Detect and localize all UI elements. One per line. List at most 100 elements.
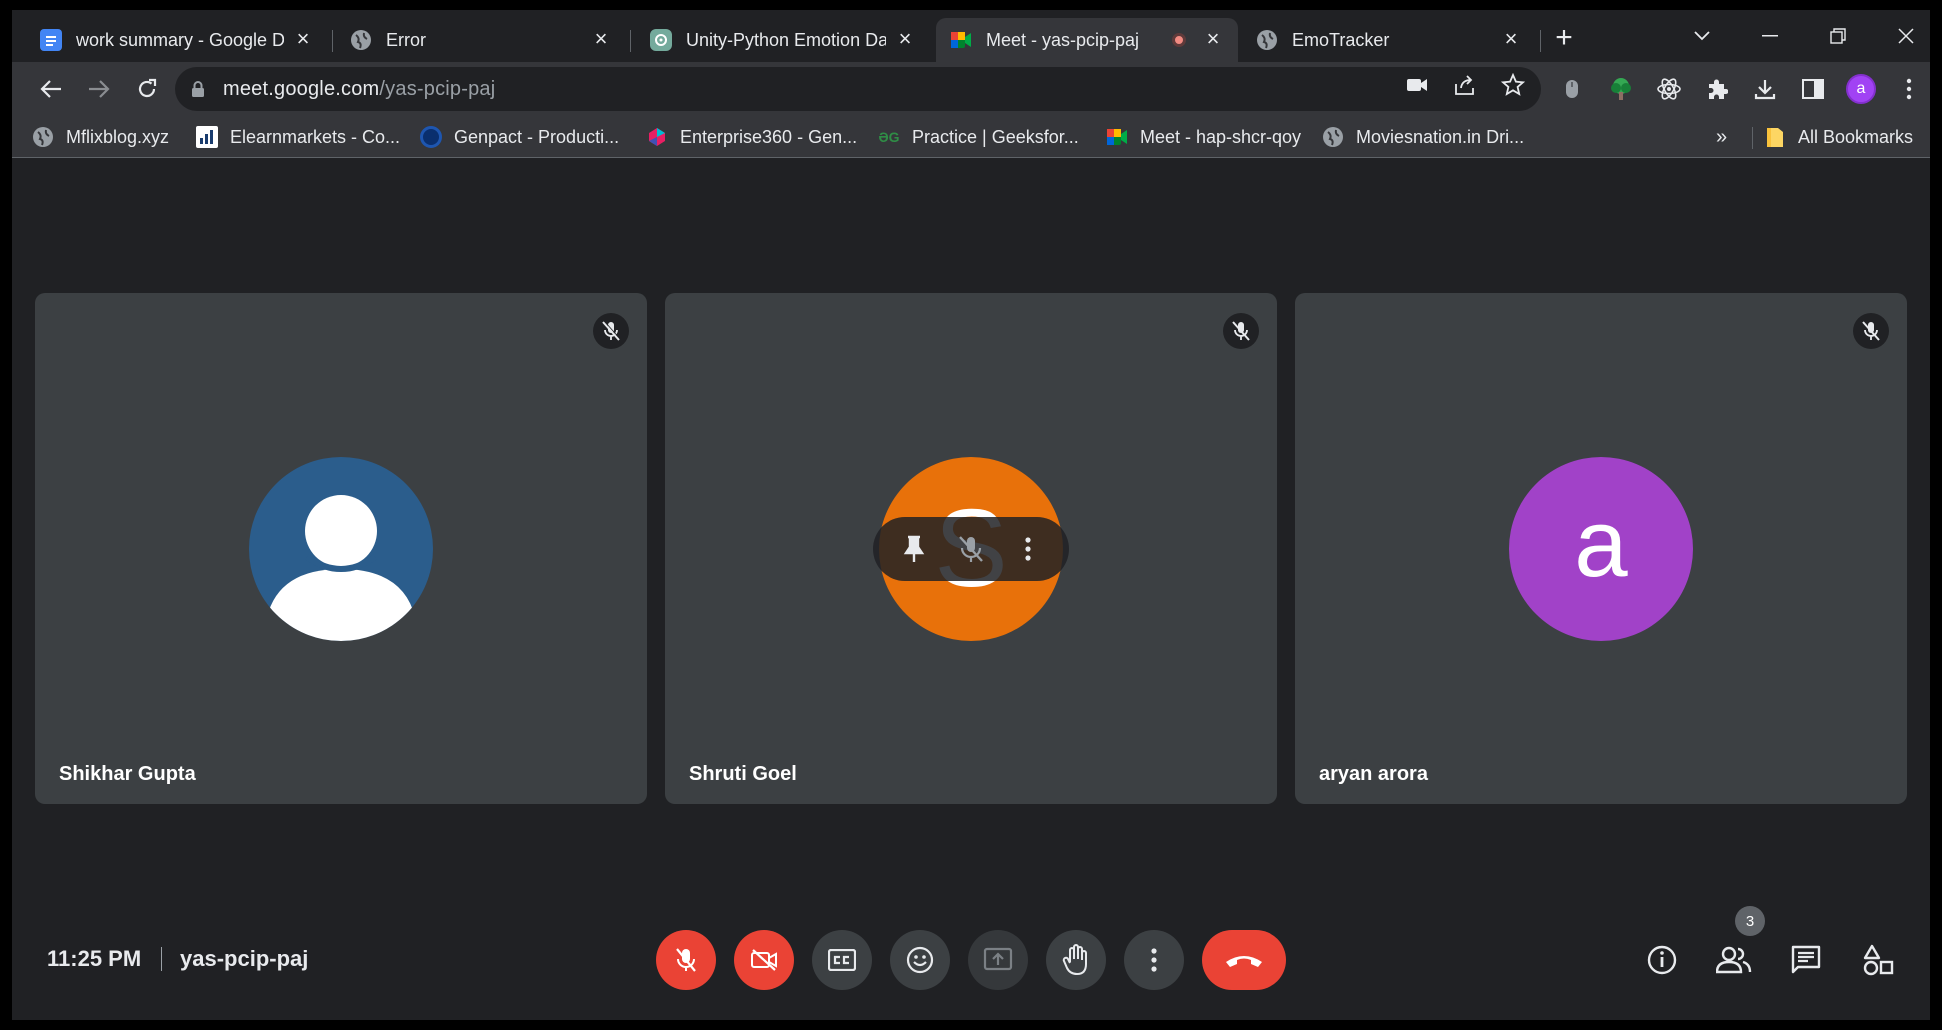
restore-button[interactable] xyxy=(1808,18,1868,54)
browser-menu-icon[interactable] xyxy=(1892,72,1926,106)
google-meet-icon xyxy=(950,29,972,51)
chat-button[interactable] xyxy=(1784,938,1828,982)
forward-button[interactable] xyxy=(82,72,116,106)
browser-window: work summary - Google D × Error × Unity-… xyxy=(12,10,1930,1020)
bookmark-geeksforgeeks[interactable]: ƏG Practice | Geeksfor... xyxy=(878,124,1079,150)
bookmark-genpact[interactable]: Genpact - Producti... xyxy=(420,124,619,150)
bookmarks-overflow-button[interactable]: » xyxy=(1716,124,1727,150)
close-tab-icon[interactable]: × xyxy=(292,28,314,51)
lock-icon[interactable] xyxy=(191,80,205,98)
mute-participant-icon[interactable] xyxy=(949,527,993,571)
tab-strip: work summary - Google D × Error × Unity-… xyxy=(12,10,1930,62)
default-user-icon xyxy=(267,494,415,641)
participant-name: aryan arora xyxy=(1319,763,1428,785)
profile-avatar-button[interactable]: a xyxy=(1844,72,1878,106)
pin-icon[interactable] xyxy=(892,527,936,571)
bookmark-label: Meet - hap-shcr-qoy xyxy=(1140,126,1302,147)
close-window-button[interactable] xyxy=(1876,18,1930,54)
close-tab-icon[interactable]: × xyxy=(894,28,916,51)
mic-off-icon xyxy=(593,313,629,349)
side-panel-icon[interactable] xyxy=(1796,72,1830,106)
url-text: meet.google.com/yas-pcip-paj xyxy=(223,77,496,100)
bookmark-moviesnation[interactable]: Moviesnation.in Dri... xyxy=(1322,124,1524,150)
share-icon[interactable] xyxy=(1452,72,1478,98)
new-tab-button[interactable]: + xyxy=(1549,23,1579,54)
activities-shapes-icon xyxy=(1863,944,1894,976)
raise-hand-icon xyxy=(1062,944,1087,975)
reload-button[interactable] xyxy=(130,72,164,106)
google-docs-icon xyxy=(40,29,62,51)
back-button[interactable] xyxy=(34,72,68,106)
bookmark-mflixblog[interactable]: Mflixblog.xyz xyxy=(32,124,169,150)
closed-captions-icon xyxy=(828,949,856,971)
close-tab-icon[interactable]: × xyxy=(1500,28,1522,51)
people-button[interactable] xyxy=(1712,938,1756,982)
extensions-puzzle-icon[interactable] xyxy=(1700,72,1734,106)
tab-search-icon[interactable] xyxy=(1672,18,1732,54)
recording-indicator-icon xyxy=(1172,33,1186,47)
tab-unity-python[interactable]: Unity-Python Emotion Da × xyxy=(636,18,930,62)
bookmark-star-icon[interactable] xyxy=(1500,72,1526,98)
tab-title: work summary - Google D xyxy=(76,29,284,50)
mic-toggle-button[interactable] xyxy=(656,930,716,990)
camera-off-icon xyxy=(751,949,777,971)
captions-button[interactable] xyxy=(812,930,872,990)
participant-name: Shruti Goel xyxy=(689,763,797,785)
bookmarks-bar: Mflixblog.xyz Elearnmarkets - Co... Genp… xyxy=(12,116,1930,158)
extension-mouse-icon[interactable] xyxy=(1555,72,1589,106)
extension-react-icon[interactable] xyxy=(1652,72,1686,106)
end-call-icon xyxy=(1226,956,1262,967)
meeting-code: yas-pcip-paj xyxy=(180,946,309,971)
mic-off-icon xyxy=(676,948,696,972)
avatar xyxy=(249,456,433,641)
participant-tile[interactable]: a aryan arora xyxy=(1295,293,1907,804)
bookmark-enterprise360[interactable]: Enterprise360 - Gen... xyxy=(646,124,857,150)
avatar: a xyxy=(1846,74,1876,104)
camera-toggle-button[interactable] xyxy=(734,930,794,990)
leave-call-button[interactable] xyxy=(1202,930,1286,990)
chat-icon xyxy=(1791,945,1821,974)
bookmark-label: Elearnmarkets - Co... xyxy=(230,126,401,147)
tab-meet[interactable]: Meet - yas-pcip-paj × xyxy=(936,18,1238,62)
more-options-button[interactable] xyxy=(1124,930,1184,990)
more-vert-icon xyxy=(1151,948,1157,972)
mic-off-icon xyxy=(1853,313,1889,349)
present-screen-button[interactable] xyxy=(968,930,1028,990)
bookmark-label: Genpact - Producti... xyxy=(454,126,620,147)
meeting-details-button[interactable] xyxy=(1640,938,1684,982)
globe-icon xyxy=(1322,126,1344,148)
more-options-icon[interactable] xyxy=(1006,527,1050,571)
bookmark-label: Mflixblog.xyz xyxy=(66,126,170,147)
bookmark-label: Enterprise360 - Gen... xyxy=(680,126,858,147)
globe-icon xyxy=(32,126,54,148)
bookmark-meet-hap[interactable]: Meet - hap-shcr-qoy xyxy=(1106,124,1301,150)
participant-tile[interactable]: Shikhar Gupta xyxy=(35,293,647,804)
participant-tile[interactable]: S Shruti Goel xyxy=(665,293,1277,804)
camera-in-use-icon[interactable] xyxy=(1404,72,1430,98)
geeksforgeeks-icon: ƏG xyxy=(878,129,900,145)
tab-emotracker[interactable]: EmoTracker × xyxy=(1242,18,1536,62)
raise-hand-button[interactable] xyxy=(1046,930,1106,990)
tab-work-summary[interactable]: work summary - Google D × xyxy=(26,18,328,62)
participant-name: Shikhar Gupta xyxy=(59,763,196,785)
avatar: a xyxy=(1509,456,1693,641)
address-bar[interactable]: meet.google.com/yas-pcip-paj xyxy=(175,67,1541,111)
close-tab-icon[interactable]: × xyxy=(590,28,612,51)
minimize-button[interactable] xyxy=(1740,18,1800,54)
tab-title: EmoTracker xyxy=(1292,29,1390,50)
chatgpt-icon xyxy=(650,29,672,51)
genpact-icon xyxy=(420,126,442,148)
participant-hover-controls xyxy=(873,516,1069,581)
bookmark-label: Practice | Geeksfor... xyxy=(912,126,1079,147)
reactions-button[interactable] xyxy=(890,930,950,990)
downloads-icon[interactable] xyxy=(1748,72,1782,106)
close-tab-icon[interactable]: × xyxy=(1202,28,1224,51)
tab-error[interactable]: Error × xyxy=(336,18,626,62)
activities-button[interactable] xyxy=(1856,938,1900,982)
info-icon xyxy=(1647,945,1677,975)
all-bookmarks-button[interactable]: All Bookmarks xyxy=(1764,124,1913,150)
bookmark-label: Moviesnation.in Dri... xyxy=(1356,126,1525,147)
bookmark-elearnmarkets[interactable]: Elearnmarkets - Co... xyxy=(196,124,400,150)
extension-tree-icon[interactable] xyxy=(1604,72,1638,106)
google-meet-icon xyxy=(1106,126,1128,148)
